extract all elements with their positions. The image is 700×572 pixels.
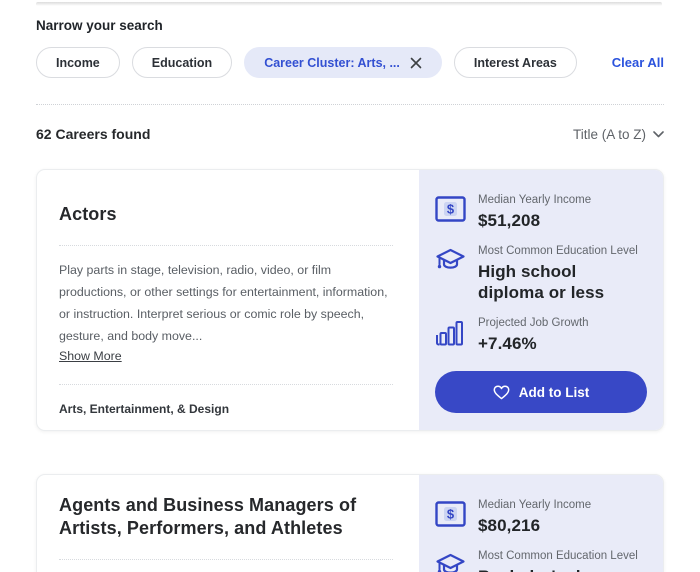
stat-growth: Projected Job Growth +7.46% [435,316,647,354]
sort-label: Title (A to Z) [572,126,646,142]
filter-chip-income[interactable]: Income [36,47,120,78]
stat-label: Projected Job Growth [478,317,589,329]
stat-label: Most Common Education Level [478,550,638,562]
card-divider [59,559,393,560]
filter-chip-label: Interest Areas [473,55,557,70]
results-header-row: 62 Careers found Title (A to Z) [36,126,664,142]
career-card-agents: Agents and Business Managers of Artists,… [36,474,664,572]
stat-value: Bachelor's degree [478,566,638,572]
bar-chart-icon [435,316,467,354]
stat-income: $ Median Yearly Income $51,208 [435,193,647,231]
stat-label: Most Common Education Level [478,245,638,257]
career-title[interactable]: Actors [59,203,393,226]
filter-chips-row: Income Education Career Cluster: Arts, .… [36,47,664,78]
filter-chip-education[interactable]: Education [131,47,233,78]
svg-text:$: $ [447,202,455,217]
chevron-down-icon [653,130,664,138]
career-search-results-page: Narrow your search Income Education Care… [0,0,700,572]
filter-chip-label: Education [151,55,213,70]
card-divider [59,384,393,385]
heart-outline-icon [493,384,510,400]
stat-label: Median Yearly Income [478,194,592,206]
career-stats-panel: $ Median Yearly Income $80,216 Most Comm… [419,475,663,572]
add-to-list-button[interactable]: Add to List [435,371,647,413]
stat-value: $80,216 [478,516,541,535]
stat-value: $51,208 [478,211,541,230]
add-to-list-label: Add to List [518,384,590,400]
graduation-cap-icon [435,244,467,303]
career-card-actors: Actors Play parts in stage, television, … [36,169,664,431]
svg-text:$: $ [447,507,455,522]
section-divider [36,104,664,105]
stat-value: +7.46% [478,334,537,353]
stat-education: Most Common Education Level Bachelor's d… [435,549,647,572]
filter-chip-label: Income [56,55,100,70]
career-title[interactable]: Agents and Business Managers of Artists,… [59,494,393,540]
career-category: Arts, Entertainment, & Design [59,402,230,416]
career-description: Play parts in stage, television, radio, … [59,263,388,343]
stat-value: High school diploma or less [478,262,605,302]
card-divider [59,245,393,246]
stat-label: Median Yearly Income [478,499,592,511]
filter-chip-career-cluster[interactable]: Career Cluster: Arts, ... [244,47,442,78]
filter-chip-label: Career Cluster: Arts, ... [264,55,400,70]
filter-chip-interest-areas[interactable]: Interest Areas [453,47,577,78]
stat-education: Most Common Education Level High school … [435,244,647,303]
career-card-body: Agents and Business Managers of Artists,… [37,475,419,572]
clear-all-link[interactable]: Clear All [612,55,664,70]
dollar-banknote-icon: $ [435,193,467,231]
close-x-icon[interactable] [410,57,422,69]
top-divider-shadow [36,2,662,6]
results-count: 62 Careers found [36,126,151,142]
stat-income: $ Median Yearly Income $80,216 [435,498,647,536]
career-card-body: Actors Play parts in stage, television, … [37,170,419,430]
dollar-banknote-icon: $ [435,498,467,536]
graduation-cap-icon [435,549,467,572]
career-stats-panel: $ Median Yearly Income $51,208 Most Comm… [419,170,663,430]
show-more-link[interactable]: Show More [59,349,122,363]
sort-dropdown[interactable]: Title (A to Z) [573,127,664,142]
